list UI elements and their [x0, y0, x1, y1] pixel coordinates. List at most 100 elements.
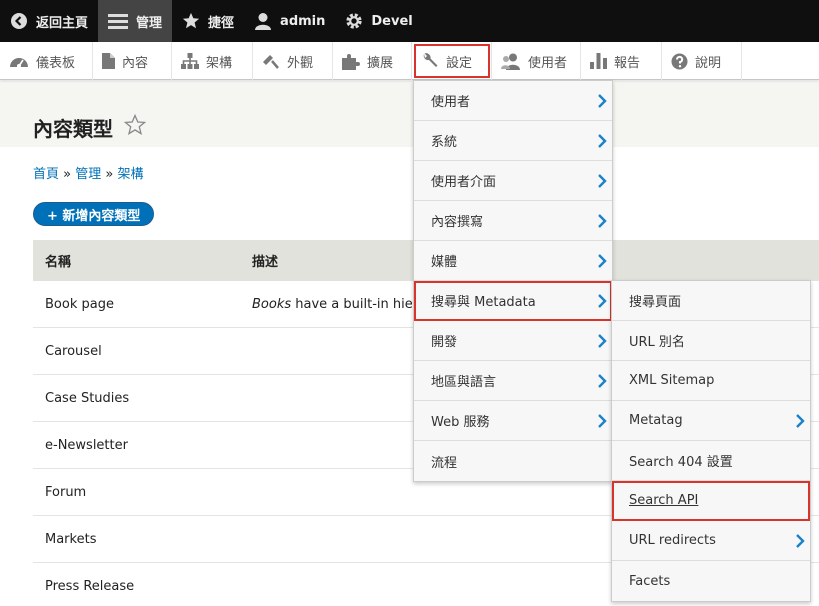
row-description-emphasis: Books — [252, 296, 292, 312]
menu-item-label: 內容撰寫 — [431, 215, 484, 230]
tray-label-dashboard: 儀表板 — [36, 55, 76, 71]
bar-chart-icon — [590, 53, 607, 69]
menu-item-media[interactable]: 媒體 — [414, 241, 612, 281]
menu-item-label: Web 服務 — [431, 415, 490, 430]
page-header — [0, 81, 819, 147]
row-name: Book page — [45, 296, 114, 312]
submenu-item-search-pages[interactable]: 搜尋頁面 — [612, 281, 810, 321]
paint-brush-icon — [263, 55, 279, 69]
breadcrumb-separator: » — [63, 167, 72, 182]
shortcuts-label: 捷徑 — [208, 15, 235, 31]
menu-item-people[interactable]: 使用者 — [414, 81, 612, 121]
menu-item-label: 使用者介面 — [431, 175, 497, 190]
menu-item-development[interactable]: 開發 — [414, 321, 612, 361]
menu-item-label: 系統 — [431, 135, 458, 150]
chevron-right-icon — [598, 333, 607, 348]
tray-item-config[interactable]: 設定 — [412, 42, 492, 80]
chevron-right-icon — [598, 253, 607, 268]
chevron-left-circle-icon — [11, 13, 27, 29]
tray-label-help: 說明 — [695, 55, 722, 71]
submenu-item-search-api[interactable]: Search API — [612, 481, 810, 521]
row-name: Press Release — [45, 578, 135, 594]
menu-icon — [108, 14, 129, 29]
tray-item-appearance[interactable]: 外觀 — [253, 42, 333, 80]
breadcrumb-home[interactable]: 首頁 — [33, 167, 59, 182]
menu-item-label: Search 404 設置 — [629, 455, 733, 470]
menu-item-search-metadata[interactable]: 搜尋與 Metadata — [414, 281, 612, 321]
submenu-item-xml-sitemap[interactable]: XML Sitemap — [612, 361, 810, 401]
menu-item-label: 搜尋與 Metadata — [431, 295, 536, 310]
chevron-right-icon — [598, 173, 607, 188]
search-metadata-submenu: 搜尋頁面 URL 別名 XML Sitemap Metatag Search 4… — [611, 280, 811, 602]
people-icon — [501, 53, 520, 70]
tray-item-structure[interactable]: 架構 — [172, 42, 253, 80]
menu-item-user-interface[interactable]: 使用者介面 — [414, 161, 612, 201]
menu-item-workflow[interactable]: 流程 — [414, 441, 612, 481]
breadcrumb-admin[interactable]: 管理 — [75, 167, 101, 182]
menu-item-regional-language[interactable]: 地區與語言 — [414, 361, 612, 401]
submenu-item-url-aliases[interactable]: URL 別名 — [612, 321, 810, 361]
submenu-item-url-redirects[interactable]: URL redirects — [612, 521, 810, 561]
menu-item-label: Search API — [629, 493, 699, 508]
menu-item-label: 流程 — [431, 455, 458, 471]
page-title: 內容類型 — [33, 117, 113, 141]
devel-tab[interactable]: Devel — [335, 0, 422, 42]
row-description: Books have a built-in hier — [240, 297, 418, 312]
tray-item-dashboard[interactable]: 儀表板 — [0, 42, 93, 80]
tray-label-reports: 報告 — [614, 55, 641, 71]
chevron-right-icon — [796, 413, 805, 428]
tray-label-config: 設定 — [446, 55, 473, 71]
shortcut-star-icon[interactable] — [124, 114, 146, 136]
chevron-right-icon — [598, 133, 607, 148]
tray-item-content[interactable]: 內容 — [93, 42, 172, 80]
user-label: admin — [280, 13, 326, 29]
tray-label-appearance: 外觀 — [287, 55, 314, 71]
menu-item-label: URL redirects — [629, 533, 716, 548]
add-content-type-button[interactable]: + 新增內容類型 — [33, 202, 155, 226]
menu-item-label: Metatag — [629, 413, 683, 428]
breadcrumb-separator: » — [105, 167, 114, 182]
manage-tab[interactable]: 管理 — [98, 0, 173, 42]
tray-item-help[interactable]: 說明 — [662, 42, 742, 80]
star-icon — [182, 12, 200, 29]
tray-item-reports[interactable]: 報告 — [581, 42, 662, 80]
wrench-icon — [423, 53, 438, 67]
chevron-right-icon — [796, 533, 805, 548]
help-icon — [671, 53, 688, 69]
chevron-right-icon — [598, 293, 607, 308]
menu-item-label: 開發 — [431, 335, 458, 350]
row-name: Carousel — [45, 343, 102, 359]
user-tab[interactable]: admin — [244, 0, 335, 42]
tray-item-people[interactable]: 使用者 — [492, 42, 581, 80]
menu-item-web-services[interactable]: Web 服務 — [414, 401, 612, 441]
user-icon — [255, 13, 272, 30]
row-name: Case Studies — [45, 390, 130, 406]
submenu-item-metatag[interactable]: Metatag — [612, 401, 810, 441]
row-name: Forum — [45, 484, 87, 500]
chevron-right-icon — [598, 93, 607, 108]
tray-item-extend[interactable]: 擴展 — [333, 42, 412, 80]
tray-label-structure: 架構 — [206, 55, 233, 71]
shortcuts-tab[interactable]: 捷徑 — [172, 0, 244, 42]
admin-toolbar: 返回主頁 管理 捷徑 admin Devel — [0, 0, 819, 42]
puzzle-icon — [342, 53, 360, 70]
menu-item-label: 媒體 — [431, 255, 458, 270]
breadcrumb-structure[interactable]: 架構 — [118, 167, 144, 182]
back-to-site-link[interactable]: 返回主頁 — [0, 0, 98, 42]
structure-icon — [181, 53, 199, 69]
tray-label-people: 使用者 — [528, 55, 568, 71]
chevron-right-icon — [598, 213, 607, 228]
column-header-description: 描述 — [252, 255, 279, 270]
menu-item-label: Facets — [629, 573, 671, 589]
menu-item-label: URL 別名 — [629, 335, 685, 350]
chevron-right-icon — [598, 413, 607, 428]
dashboard-icon — [10, 58, 28, 68]
menu-item-system[interactable]: 系統 — [414, 121, 612, 161]
submenu-item-facets[interactable]: Facets — [612, 561, 810, 601]
row-description-text: have a built-in hier — [291, 296, 419, 312]
column-header-name: 名稱 — [45, 255, 72, 270]
submenu-item-search-404[interactable]: Search 404 設置 — [612, 441, 810, 481]
gear-icon — [346, 13, 363, 29]
menu-item-label: XML Sitemap — [629, 373, 715, 388]
menu-item-content-authoring[interactable]: 內容撰寫 — [414, 201, 612, 241]
